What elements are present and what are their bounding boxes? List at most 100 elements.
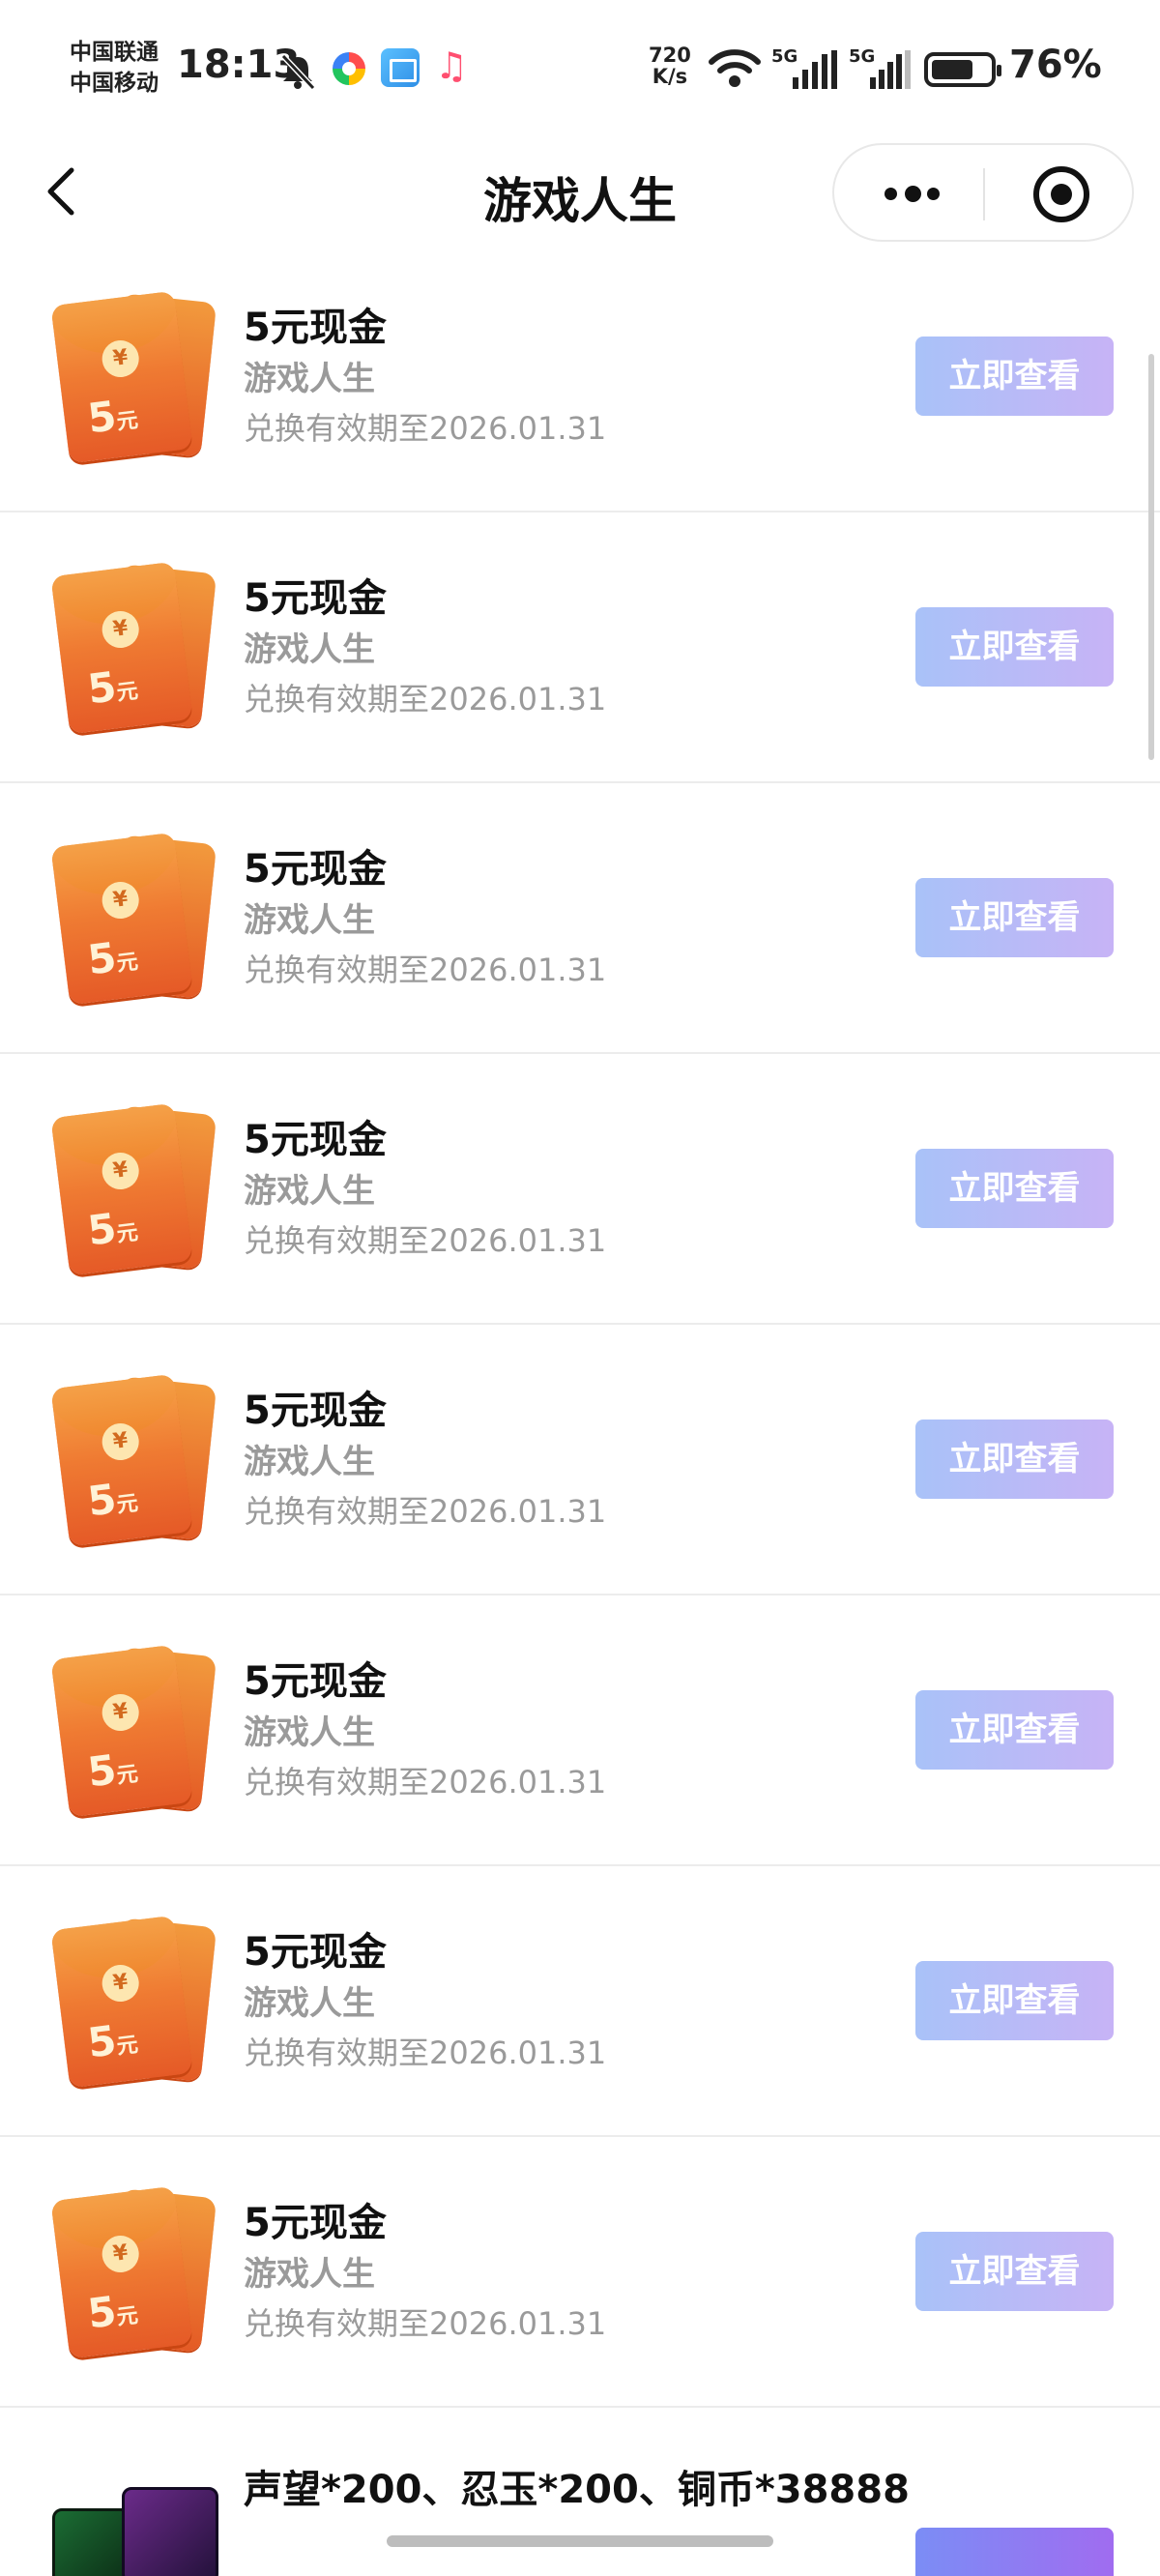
envelope-amount-unit: 元 bbox=[115, 408, 140, 435]
list-item-partial[interactable]: 声望*200、忍玉*200、铜币*38888 bbox=[0, 2408, 1160, 2576]
list-item[interactable]: ¥5元 5元现金游戏人生兑换有效期至2026.01.31 立即查看 bbox=[0, 783, 1160, 1054]
red-envelope-image: ¥5元 bbox=[50, 1373, 218, 1547]
network-speed: 720 K/s bbox=[649, 44, 691, 87]
envelope-amount: 5元 bbox=[85, 1473, 140, 1526]
battery-percent: 76% bbox=[1009, 43, 1102, 87]
list-item[interactable]: ¥5元 5元现金游戏人生兑换有效期至2026.01.31 立即查看 bbox=[0, 1054, 1160, 1325]
network-speed-value: 720 bbox=[649, 44, 691, 67]
envelope-amount-unit: 元 bbox=[115, 1762, 140, 1789]
red-envelope-image: ¥5元 bbox=[50, 1102, 218, 1276]
more-dots-icon bbox=[884, 188, 897, 200]
wifi-icon bbox=[709, 49, 761, 87]
capsule-divider bbox=[983, 168, 985, 220]
view-now-button[interactable]: 立即查看 bbox=[915, 878, 1114, 957]
item-subtitle: 游戏人生 bbox=[244, 1443, 375, 1481]
envelope-amount-unit: 元 bbox=[115, 1491, 140, 1518]
view-now-button[interactable]: 立即查看 bbox=[915, 337, 1114, 416]
item-title: 5元现金 bbox=[244, 576, 387, 621]
carrier-info: 中国联通 中国移动 bbox=[70, 37, 159, 99]
view-now-button[interactable]: 立即查看 bbox=[915, 1149, 1114, 1228]
list-item[interactable]: ¥5元 5元现金游戏人生兑换有效期至2026.01.31 立即查看 bbox=[0, 1866, 1160, 2137]
item-expiry: 兑换有效期至2026.01.31 bbox=[244, 1764, 607, 1800]
envelope-amount-value: 5 bbox=[85, 2287, 119, 2338]
item-expiry: 兑换有效期至2026.01.31 bbox=[244, 1493, 607, 1530]
item-subtitle: 游戏人生 bbox=[244, 2255, 375, 2294]
item-title: 5元现金 bbox=[244, 1930, 387, 1975]
item-subtitle: 游戏人生 bbox=[244, 901, 375, 940]
item-expiry: 兑换有效期至2026.01.31 bbox=[244, 410, 607, 447]
envelope-amount-unit: 元 bbox=[115, 2033, 140, 2060]
envelope-amount-value: 5 bbox=[85, 2016, 119, 2067]
item-title: 5元现金 bbox=[244, 847, 387, 892]
envelope-amount-value: 5 bbox=[85, 1204, 119, 1255]
red-envelope-image: ¥5元 bbox=[50, 1644, 218, 1818]
more-button[interactable] bbox=[857, 162, 964, 222]
miniprogram-capsule bbox=[832, 143, 1134, 242]
game-item-purple-icon bbox=[122, 2487, 218, 2576]
envelope-amount-unit: 元 bbox=[115, 2303, 140, 2330]
envelope-amount-value: 5 bbox=[85, 392, 119, 443]
envelope-amount: 5元 bbox=[85, 1743, 140, 1796]
home-indicator[interactable] bbox=[387, 2535, 773, 2547]
view-now-button[interactable]: 立即查看 bbox=[915, 1420, 1114, 1499]
envelope-amount: 5元 bbox=[85, 2014, 140, 2067]
item-title: 5元现金 bbox=[244, 1389, 387, 1433]
envelope-amount-unit: 元 bbox=[115, 679, 140, 706]
item-title: 5元现金 bbox=[244, 1118, 387, 1162]
list-item[interactable]: ¥5元 5元现金游戏人生兑换有效期至2026.01.31 立即查看 bbox=[0, 512, 1160, 783]
envelope-front: ¥5元 bbox=[50, 1102, 193, 1276]
app-notification-icon bbox=[333, 52, 365, 85]
item-expiry: 兑换有效期至2026.01.31 bbox=[244, 951, 607, 988]
red-envelope-image: ¥5元 bbox=[50, 1915, 218, 2089]
status-bar: 中国联通 中国移动 18:13 ♫ 720 K/s 5G 5G 76% bbox=[0, 0, 1160, 135]
more-dots-icon-center bbox=[905, 186, 921, 202]
red-envelope-image: ¥5元 bbox=[50, 832, 218, 1006]
red-envelope-image: ¥5元 bbox=[50, 2185, 218, 2359]
music-app-icon: ♫ bbox=[435, 44, 469, 87]
view-now-button[interactable]: 立即查看 bbox=[915, 1961, 1114, 2040]
item-expiry: 兑换有效期至2026.01.31 bbox=[244, 1222, 607, 1259]
envelope-amount: 5元 bbox=[85, 660, 140, 714]
more-dots-icon-right bbox=[927, 188, 940, 200]
item-subtitle: 游戏人生 bbox=[244, 1172, 375, 1211]
view-now-button[interactable]: 立即查看 bbox=[915, 607, 1114, 687]
envelope-front: ¥5元 bbox=[50, 561, 193, 735]
envelope-amount-value: 5 bbox=[85, 1475, 119, 1526]
navigation-bar: 游戏人生 bbox=[0, 135, 1160, 259]
envelope-amount-unit: 元 bbox=[115, 950, 140, 977]
item-title: 5元现金 bbox=[244, 306, 387, 350]
item-title: 声望*200、忍玉*200、铜币*38888 bbox=[244, 2468, 910, 2512]
envelope-front: ¥5元 bbox=[50, 1915, 193, 2089]
battery-icon bbox=[924, 52, 1001, 87]
signal-bars-2-icon bbox=[870, 50, 911, 89]
view-now-button[interactable]: 立即查看 bbox=[915, 2232, 1114, 2311]
item-subtitle: 游戏人生 bbox=[244, 1984, 375, 2023]
close-target-button[interactable] bbox=[1033, 166, 1089, 222]
envelope-amount-value: 5 bbox=[85, 662, 119, 714]
item-title: 5元现金 bbox=[244, 2201, 387, 2245]
mute-bell-icon bbox=[280, 53, 316, 91]
envelope-front: ¥5元 bbox=[50, 290, 193, 464]
item-expiry: 兑换有效期至2026.01.31 bbox=[244, 681, 607, 717]
item-expiry: 兑换有效期至2026.01.31 bbox=[244, 2034, 607, 2071]
envelope-amount: 5元 bbox=[85, 2285, 140, 2338]
red-envelope-image: ¥5元 bbox=[50, 561, 218, 735]
envelope-amount-unit: 元 bbox=[115, 1220, 140, 1247]
view-button-partial[interactable] bbox=[915, 2528, 1114, 2576]
envelope-front: ¥5元 bbox=[50, 1373, 193, 1547]
carrier-2: 中国移动 bbox=[70, 71, 159, 96]
view-now-button[interactable]: 立即查看 bbox=[915, 1690, 1114, 1770]
scrollbar[interactable] bbox=[1148, 354, 1154, 760]
list-item[interactable]: ¥5元 5元现金 游戏人生 兑换有效期至2026.01.31 立即查看 bbox=[0, 242, 1160, 512]
envelope-amount: 5元 bbox=[85, 390, 140, 443]
list-item[interactable]: ¥5元 5元现金游戏人生兑换有效期至2026.01.31 立即查看 bbox=[0, 2137, 1160, 2408]
reward-list: ¥5元 5元现金 游戏人生 兑换有效期至2026.01.31 立即查看 ¥5元 5元现金 游戏… bbox=[0, 242, 1160, 2576]
envelope-front: ¥5元 bbox=[50, 832, 193, 1006]
signal-bars-1-icon bbox=[793, 50, 837, 89]
item-subtitle: 游戏人生 bbox=[244, 630, 375, 669]
item-expiry: 兑换有效期至2026.01.31 bbox=[244, 2305, 607, 2342]
envelope-amount-value: 5 bbox=[85, 933, 119, 984]
list-item[interactable]: ¥5元 5元现金 游戏人生 兑换有效期至2026.01.31 立即查看 bbox=[0, 1595, 1160, 1866]
list-item[interactable]: ¥5元 5元现金游戏人生兑换有效期至2026.01.31 立即查看 bbox=[0, 1325, 1160, 1595]
item-subtitle: 游戏人生 bbox=[244, 1713, 375, 1752]
